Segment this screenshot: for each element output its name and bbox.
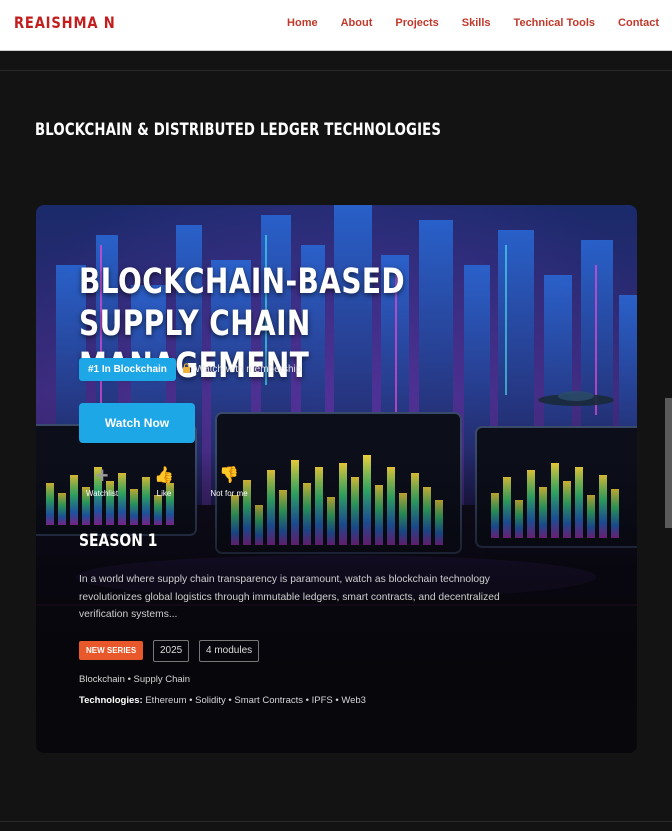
membership-note: Watch with membership (182, 363, 301, 375)
watchlist-label: Watchlist (85, 489, 119, 498)
modules-tag: 4 modules (199, 640, 260, 662)
technologies-label: Technologies: (79, 695, 143, 706)
like-label: Like (156, 489, 172, 498)
nav-link-skills[interactable]: Skills (462, 17, 491, 29)
brand-logo[interactable]: REAISHMA N (14, 13, 115, 32)
plus-icon: + (95, 463, 109, 488)
season-label: SEASON 1 (79, 531, 158, 551)
section-title: BLOCKCHAIN & DISTRIBUTED LEDGER TECHNOLO… (35, 120, 442, 140)
top-navbar: REAISHMA N Home About Projects Skills Te… (0, 0, 672, 51)
new-series-badge: NEW SERIES (79, 641, 144, 660)
watch-now-button[interactable]: Watch Now (79, 403, 195, 443)
project-description: In a world where supply chain transparen… (79, 574, 500, 621)
watchlist-button[interactable]: + Watchlist (84, 463, 120, 499)
not-for-me-button[interactable]: 👎 Not for me (206, 466, 252, 498)
project-hero-card: BLOCKCHAIN-BASED SUPPLY CHAIN MANAGEMENT… (36, 205, 637, 753)
rank-badge: #1 In Blockchain (79, 358, 176, 381)
section-divider-bottom (0, 821, 672, 822)
year-tag: 2025 (153, 640, 190, 662)
nav-link-technical-tools[interactable]: Technical Tools (514, 17, 596, 29)
technologies-list: Ethereum • Solidity • Smart Contracts • … (142, 695, 366, 706)
like-button[interactable]: 👍 Like (151, 466, 177, 498)
nav-links: Home About Projects Skills Technical Too… (264, 17, 659, 29)
section-divider-top (0, 70, 672, 71)
membership-label: Watch with membership (195, 364, 302, 375)
scrollbar-fragment[interactable] (665, 398, 672, 528)
technologies-line: Technologies: Ethereum • Solidity • Smar… (79, 695, 366, 706)
nav-link-home[interactable]: Home (287, 17, 318, 29)
thumbs-down-icon: 👎 (219, 467, 239, 484)
not-for-me-label: Not for me (210, 489, 248, 498)
nav-link-about[interactable]: About (341, 17, 373, 29)
lock-icon (183, 363, 190, 373)
thumbs-up-icon: 👍 (154, 467, 174, 484)
genre-list: Blockchain • Supply Chain (79, 674, 191, 685)
nav-link-contact[interactable]: Contact (618, 17, 659, 29)
nav-link-projects[interactable]: Projects (395, 17, 438, 29)
